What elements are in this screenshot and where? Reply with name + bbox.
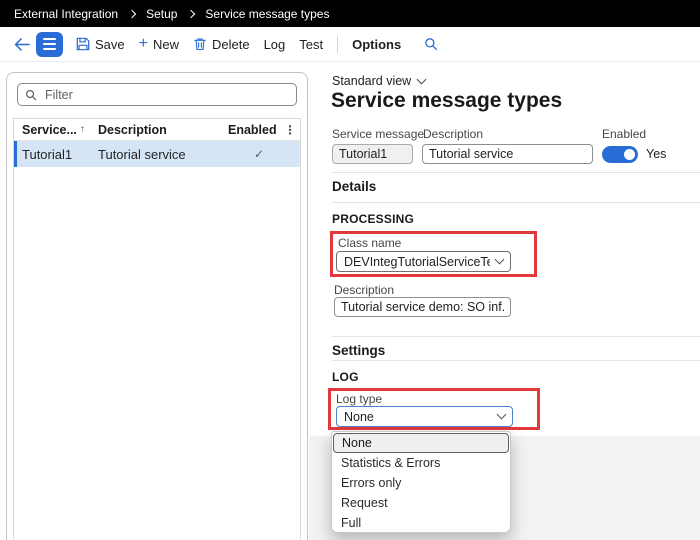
class-name-dropdown[interactable]: DEVIntegTutorialServiceTest [336, 251, 511, 272]
view-selector[interactable]: Standard view [332, 74, 425, 88]
details-description-field[interactable] [334, 297, 511, 317]
log-label: Log [264, 37, 286, 52]
details-section-header[interactable]: Details [332, 179, 376, 194]
page-title: Service message types [331, 89, 562, 113]
breadcrumb-item-external-integration[interactable]: External Integration [14, 7, 118, 21]
list-icon [43, 48, 56, 50]
class-name-label: Class name [338, 236, 401, 250]
plus-icon: + [139, 38, 148, 50]
dropdown-option-errors-only[interactable]: Errors only [333, 473, 509, 493]
column-header-service[interactable]: Service... ↑ [22, 123, 98, 137]
test-button[interactable]: Test [292, 32, 330, 57]
dropdown-option-request[interactable]: Request [333, 493, 509, 513]
dropdown-option-full[interactable]: Full [333, 513, 509, 533]
divider [332, 172, 700, 173]
log-type-value: None [344, 410, 492, 424]
settings-section-header[interactable]: Settings [332, 343, 385, 358]
save-button[interactable]: Save [69, 32, 132, 57]
chevron-right-icon [187, 10, 195, 18]
new-button[interactable]: + New [132, 32, 186, 57]
toolbar-divider [337, 36, 338, 53]
chevron-right-icon [128, 10, 136, 18]
divider [332, 360, 700, 361]
delete-button[interactable]: Delete [186, 32, 257, 57]
log-button[interactable]: Log [257, 32, 293, 57]
test-label: Test [299, 37, 323, 52]
processing-group-header: PROCESSING [332, 212, 414, 226]
dropdown-option-none[interactable]: None [333, 433, 509, 453]
list-icon [43, 43, 56, 45]
options-label: Options [352, 37, 401, 52]
log-group-header: LOG [332, 370, 359, 384]
delete-label: Delete [212, 37, 250, 52]
column-header-description[interactable]: Description [98, 123, 228, 137]
divider [332, 202, 700, 203]
log-type-dropdown[interactable]: None [336, 406, 513, 427]
enabled-label: Enabled [602, 127, 646, 141]
column-header-enabled[interactable]: Enabled [228, 123, 284, 137]
class-name-value: DEVIntegTutorialServiceTest [344, 255, 490, 269]
toggle-knob [624, 149, 635, 160]
trash-icon [193, 37, 207, 51]
filter-search-icon [25, 88, 37, 106]
breadcrumb: External Integration Setup Service messa… [0, 0, 700, 27]
grid-header: Service... ↑ Description Enabled ⋮ [14, 119, 300, 141]
back-arrow-icon [14, 38, 30, 51]
filter-input[interactable] [17, 83, 297, 106]
column-header-service-label: Service... [22, 123, 77, 137]
divider [332, 336, 700, 337]
app-root: External Integration Setup Service messa… [0, 0, 700, 540]
save-icon [76, 37, 90, 51]
dropdown-option-statistics-errors[interactable]: Statistics & Errors [333, 453, 509, 473]
list-icon [43, 38, 56, 40]
service-message-field[interactable] [332, 144, 413, 164]
chevron-down-icon [417, 75, 427, 85]
log-type-dropdown-list: None Statistics & Errors Errors only Req… [331, 431, 511, 533]
search-icon [424, 37, 438, 51]
description-label: Description [423, 127, 483, 141]
back-button[interactable] [10, 33, 34, 56]
action-toolbar: Save + New Delete Log Test Options [0, 27, 700, 62]
options-menu-button[interactable]: Options [345, 32, 408, 57]
save-label: Save [95, 37, 125, 52]
grid-more-options-icon[interactable]: ⋮ [284, 123, 300, 137]
list-pane: Service... ↑ Description Enabled ⋮ Tutor… [6, 72, 308, 540]
table-row[interactable]: Tutorial1 Tutorial service ✓ [14, 141, 300, 167]
view-selector-label: Standard view [332, 74, 411, 88]
list-pane-toggle-button[interactable] [36, 32, 63, 57]
description-field[interactable] [422, 144, 593, 164]
sort-ascending-icon: ↑ [80, 124, 85, 135]
filter-field [17, 83, 297, 106]
breadcrumb-item-setup[interactable]: Setup [146, 7, 177, 21]
service-message-label: Service message [332, 127, 424, 141]
breadcrumb-item-service-message-types[interactable]: Service message types [205, 7, 329, 21]
log-type-label: Log type [336, 392, 382, 406]
enabled-toggle[interactable] [602, 146, 638, 163]
chevron-down-icon [495, 255, 505, 265]
chevron-down-icon [497, 410, 507, 420]
details-description-label: Description [334, 283, 394, 297]
toolbar-search-button[interactable] [416, 32, 446, 56]
enabled-toggle-value: Yes [646, 147, 666, 161]
cell-description: Tutorial service [98, 147, 244, 162]
records-grid: Service... ↑ Description Enabled ⋮ Tutor… [13, 118, 301, 539]
enabled-check-icon: ✓ [244, 147, 300, 161]
cell-service-message: Tutorial1 [22, 147, 98, 162]
new-label: New [153, 37, 179, 52]
